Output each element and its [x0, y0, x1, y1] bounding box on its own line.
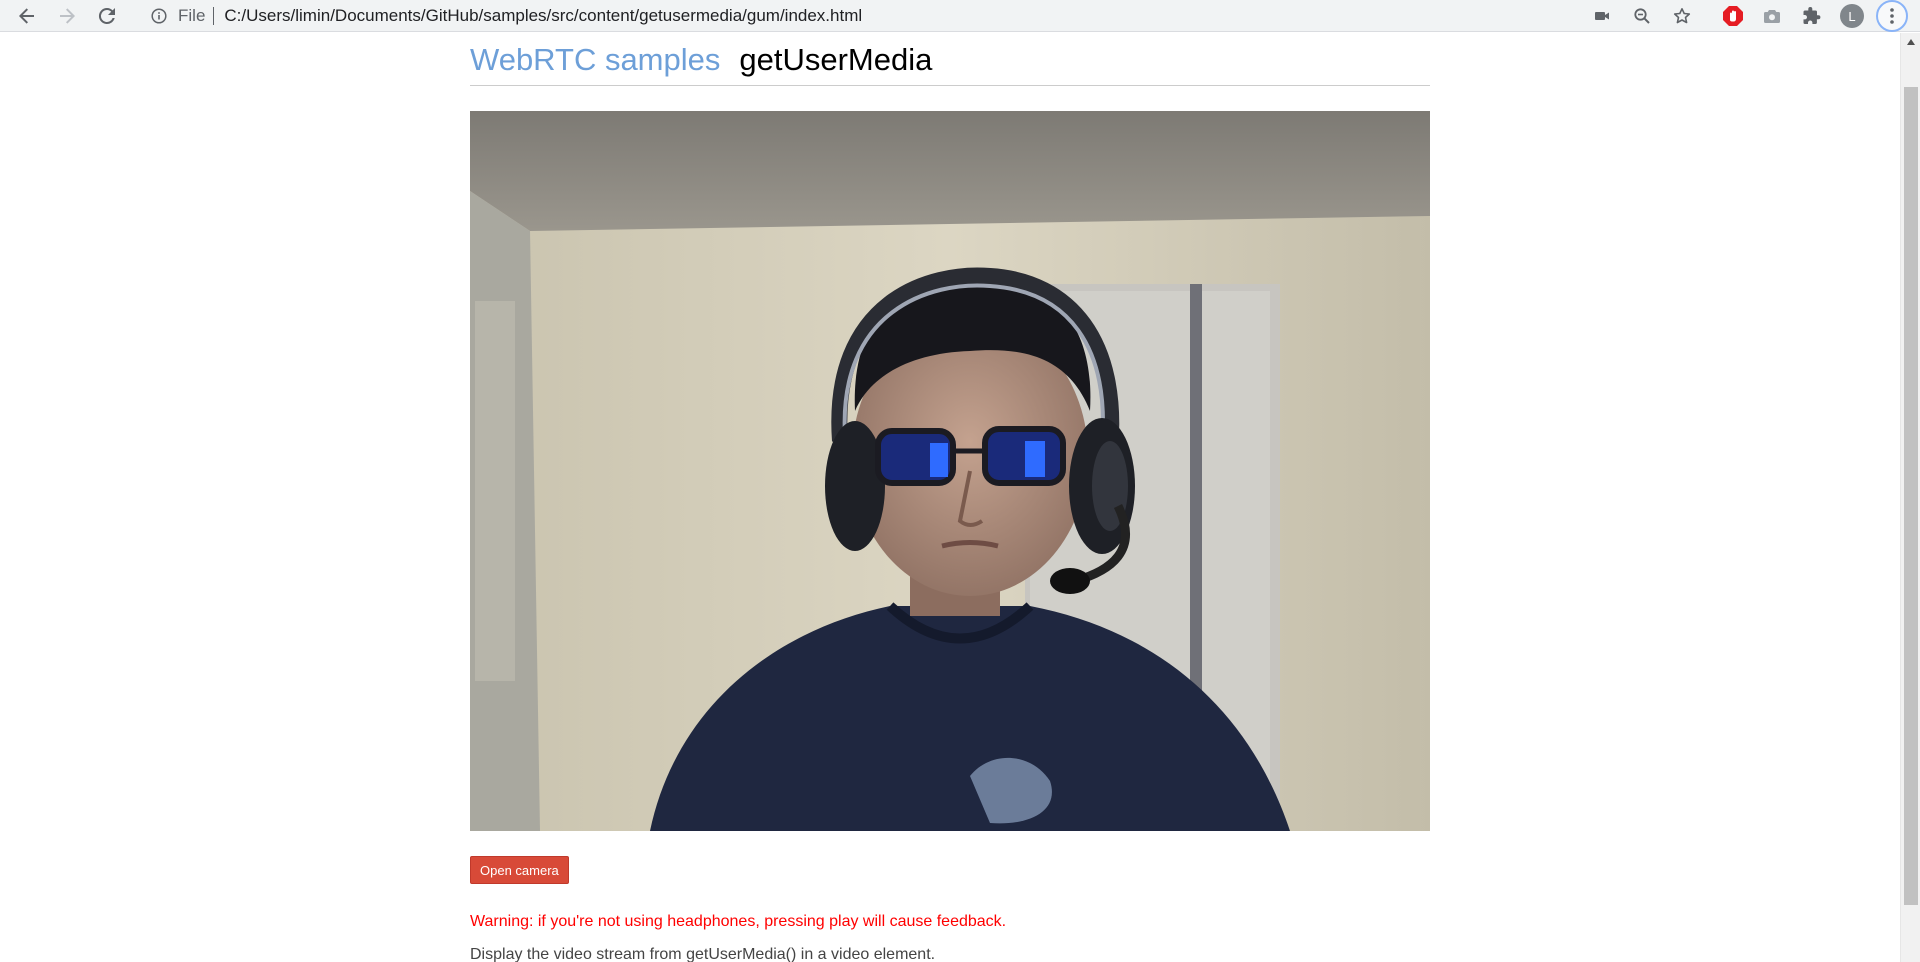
video-element[interactable] — [470, 111, 1430, 831]
info-icon[interactable] — [148, 5, 170, 27]
address-bar[interactable]: File C:/Users/limin/Documents/GitHub/sam… — [136, 1, 1704, 31]
page-heading: WebRTC samples getUserMedia — [470, 33, 1430, 86]
feedback-warning: Warning: if you're not using headphones,… — [470, 913, 1007, 930]
description-text: Display the video stream from getUserMed… — [470, 946, 936, 962]
bookmark-star-icon[interactable] — [1662, 0, 1702, 32]
open-camera-button[interactable]: Open camera — [470, 856, 569, 884]
forward-icon[interactable] — [47, 0, 87, 32]
menu-dots-icon[interactable] — [1876, 0, 1908, 32]
camera-in-use-icon[interactable] — [1582, 0, 1622, 32]
address-url[interactable]: C:/Users/limin/Documents/GitHub/samples/… — [224, 6, 862, 26]
adblock-icon[interactable] — [1713, 0, 1753, 32]
back-icon[interactable] — [7, 0, 47, 32]
scroll-up-arrow-icon[interactable] — [1901, 33, 1920, 50]
vertical-scrollbar[interactable] — [1900, 33, 1920, 962]
page-title: getUserMedia — [739, 42, 933, 77]
screenshot-camera-icon[interactable] — [1752, 0, 1792, 32]
zoom-icon[interactable] — [1622, 0, 1662, 32]
address-divider — [213, 7, 215, 25]
webrtc-samples-link[interactable]: WebRTC samples — [470, 42, 720, 78]
address-scheme-label: File — [178, 6, 206, 25]
browser-toolbar: File C:/Users/limin/Documents/GitHub/sam… — [0, 0, 1920, 32]
webcam-frame-illustration — [470, 111, 1430, 831]
page-viewport: WebRTC samples getUserMedia Open camera … — [0, 33, 1900, 962]
extensions-puzzle-icon[interactable] — [1792, 0, 1832, 32]
reload-icon[interactable] — [87, 0, 127, 32]
scroll-thumb[interactable] — [1904, 87, 1918, 905]
main-container: WebRTC samples getUserMedia Open camera … — [470, 33, 1430, 962]
profile-avatar[interactable]: L — [1840, 4, 1864, 28]
